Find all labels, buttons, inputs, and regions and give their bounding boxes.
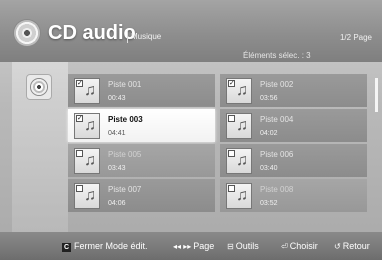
track-duration: 00:43 bbox=[108, 95, 126, 102]
track-item-focused[interactable]: ✓ ♫ Piste 003 04:41 bbox=[68, 109, 215, 142]
track-item[interactable]: ♫ Piste 004 04:02 bbox=[220, 109, 367, 142]
track-duration: 03:56 bbox=[260, 95, 278, 102]
checkbox[interactable] bbox=[228, 185, 235, 192]
track-name: Piste 004 bbox=[260, 115, 294, 124]
music-note-icon: ♫ bbox=[74, 148, 100, 174]
track-duration: 03:52 bbox=[260, 200, 278, 207]
track-name: Piste 003 bbox=[108, 115, 143, 124]
music-note-icon: ✓ ♫ bbox=[226, 78, 252, 104]
track-name: Piste 008 bbox=[260, 185, 294, 194]
page-label: Page bbox=[193, 241, 215, 251]
track-duration: 04:06 bbox=[108, 200, 126, 207]
track-item[interactable]: ♫ Piste 006 03:40 bbox=[220, 144, 367, 177]
source-panel bbox=[12, 62, 68, 232]
title-divider bbox=[127, 31, 128, 43]
c-key-icon: C bbox=[62, 243, 71, 252]
track-item[interactable]: ✓ ♫ Piste 001 00:43 bbox=[68, 74, 215, 107]
music-note-icon: ✓ ♫ bbox=[74, 78, 100, 104]
tools-label: Outils bbox=[235, 241, 259, 251]
track-name: Piste 005 bbox=[108, 150, 142, 159]
track-item[interactable]: ♫ Piste 005 03:43 bbox=[68, 144, 215, 177]
checkbox[interactable] bbox=[228, 115, 235, 122]
music-note-icon: ♫ bbox=[226, 148, 252, 174]
track-item[interactable]: ♫ Piste 007 04:06 bbox=[68, 179, 215, 212]
checkbox[interactable] bbox=[76, 150, 83, 157]
track-item[interactable]: ♫ Piste 008 03:52 bbox=[220, 179, 367, 212]
page-indicator: 1/2 Page bbox=[339, 33, 372, 42]
selected-count: Éléments sélec. : 3 bbox=[243, 51, 311, 60]
footer-bar: C Fermer Mode édit. ◂◂ ▸▸ Page ⊟ Outils ⏎ Ch… bbox=[0, 232, 382, 260]
choose-button[interactable]: ⏎ Choisir bbox=[281, 241, 318, 251]
header-bar: CD audio Musique 1/2 Page Éléments sélec… bbox=[0, 0, 382, 62]
tools-button[interactable]: ⊟ Outils bbox=[227, 241, 259, 251]
return-button[interactable]: ↺ Retour bbox=[334, 241, 370, 251]
source-thumb[interactable] bbox=[26, 74, 52, 100]
return-label: Retour bbox=[342, 241, 370, 251]
close-edit-label: Fermer Mode édit. bbox=[74, 241, 148, 251]
return-icon: ↺ bbox=[334, 242, 341, 251]
checkbox[interactable]: ✓ bbox=[228, 80, 235, 87]
scrollbar[interactable] bbox=[375, 78, 378, 112]
close-edit-button[interactable]: C Fermer Mode édit. bbox=[62, 241, 148, 252]
checkbox[interactable] bbox=[228, 150, 235, 157]
page-title: CD audio bbox=[48, 22, 136, 44]
checkbox[interactable]: ✓ bbox=[76, 80, 83, 87]
cd-audio-screen: CD audio Musique 1/2 Page Éléments sélec… bbox=[0, 0, 382, 260]
choose-label: Choisir bbox=[289, 241, 318, 251]
page-subtitle: Musique bbox=[131, 32, 162, 41]
checkbox[interactable]: ✓ bbox=[76, 115, 83, 122]
music-note-icon: ♫ bbox=[226, 183, 252, 209]
page-button[interactable]: ◂◂ ▸▸ Page bbox=[173, 241, 214, 251]
track-duration: 04:41 bbox=[108, 130, 126, 137]
music-note-icon: ♫ bbox=[74, 183, 100, 209]
track-name: Piste 002 bbox=[260, 80, 294, 89]
music-note-icon: ♫ bbox=[226, 113, 252, 139]
track-name: Piste 006 bbox=[260, 150, 294, 159]
page-skip-icon: ◂◂ ▸▸ bbox=[173, 242, 192, 251]
disc-icon bbox=[31, 79, 47, 95]
music-note-icon: ✓ ♫ bbox=[74, 113, 100, 139]
track-duration: 03:43 bbox=[108, 165, 126, 172]
track-duration: 04:02 bbox=[260, 130, 278, 137]
track-list: ✓ ♫ Piste 001 00:43 ✓ ♫ Piste 002 03:56 … bbox=[68, 74, 376, 214]
track-duration: 03:40 bbox=[260, 165, 278, 172]
track-name: Piste 001 bbox=[108, 80, 142, 89]
checkbox[interactable] bbox=[76, 185, 83, 192]
disc-icon bbox=[14, 20, 40, 46]
enter-icon: ⏎ bbox=[281, 242, 288, 251]
track-name: Piste 007 bbox=[108, 185, 142, 194]
tools-icon: ⊟ bbox=[227, 242, 234, 251]
track-item[interactable]: ✓ ♫ Piste 002 03:56 bbox=[220, 74, 367, 107]
